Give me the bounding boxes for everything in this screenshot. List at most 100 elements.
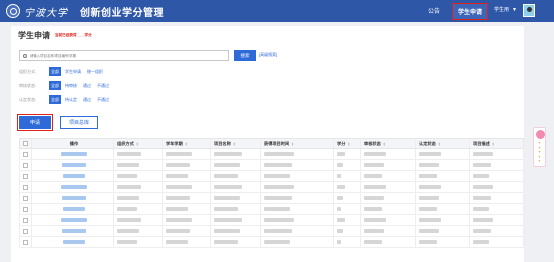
table-cell — [211, 160, 261, 170]
redacted-value — [364, 174, 382, 178]
user-menu[interactable]: 学生用 ▼ — [494, 6, 517, 14]
redacted-value — [166, 218, 192, 222]
row-action-link[interactable] — [61, 218, 87, 222]
column-header[interactable]: 审核状态 ▲ ▼ — [361, 139, 416, 148]
table-cell — [211, 226, 261, 236]
redacted-value — [473, 218, 493, 222]
column-header[interactable]: 学年学期 ▲ ▼ — [163, 139, 211, 148]
table-cell — [261, 182, 334, 192]
apply-button[interactable]: 申请 — [16, 113, 54, 132]
nav-student-apply-label: 学生申请 — [457, 10, 482, 16]
table-cell — [334, 149, 361, 159]
column-header[interactable]: 学分 ▲ ▼ — [334, 139, 361, 148]
redacted-value — [337, 218, 345, 222]
filter-label: 组织方式: — [19, 68, 37, 74]
row-action-link[interactable] — [63, 207, 85, 211]
redacted-value — [364, 240, 382, 244]
redacted-value — [264, 240, 290, 244]
table-cell — [163, 160, 211, 170]
table-cell — [470, 226, 523, 236]
table-row[interactable] — [19, 171, 524, 182]
filter-option[interactable]: 全部 — [49, 67, 61, 76]
table-row[interactable] — [19, 193, 524, 204]
redacted-value — [214, 240, 238, 244]
avatar[interactable] — [523, 4, 535, 17]
search-input[interactable] — [30, 53, 220, 58]
table-row[interactable] — [19, 204, 524, 215]
nav-public[interactable]: 公告 — [428, 6, 440, 15]
redacted-value — [337, 185, 345, 189]
table-cell — [32, 149, 114, 159]
table-header: 操作 组织方式 ▲ ▼ 学年学期 ▲ ▼ 项目名称 ▲ ▼ 获得项目时间 ▲ ▼ 学分 ▲ ▼ 审核… — [19, 138, 524, 149]
column-header[interactable]: 认定状态 ▲ ▼ — [416, 139, 470, 148]
filter-option[interactable]: 不通过 — [97, 97, 109, 103]
table-row[interactable] — [19, 226, 524, 237]
row-checkbox[interactable] — [23, 184, 28, 190]
table-cell — [361, 149, 416, 159]
table-cell — [114, 215, 163, 225]
filter-option[interactable]: 不通过 — [97, 83, 109, 89]
row-action-link[interactable] — [62, 163, 86, 167]
filter-option[interactable]: 待审核 — [65, 83, 77, 89]
row-action-link[interactable] — [61, 152, 87, 156]
row-checkbox[interactable] — [23, 206, 28, 212]
table-cell — [470, 193, 523, 203]
row-action-link[interactable] — [62, 196, 86, 200]
table-cell — [163, 193, 211, 203]
table-cell — [361, 215, 416, 225]
filter-option[interactable]: 通过 — [83, 83, 91, 89]
filter-option[interactable]: 全部 — [49, 81, 61, 90]
table-row[interactable] — [19, 215, 524, 226]
column-header[interactable]: 组织方式 ▲ ▼ — [114, 139, 163, 148]
table-cell — [114, 193, 163, 203]
column-header[interactable]: 获得项目时间 ▲ ▼ — [261, 139, 334, 148]
advanced-search-link[interactable]: [高级搜索] — [259, 52, 277, 58]
filter-option[interactable]: 全部 — [49, 95, 61, 104]
row-checkbox[interactable] — [23, 239, 28, 245]
search-button[interactable]: 搜索 — [234, 50, 256, 61]
select-all-checkbox[interactable] — [23, 141, 28, 146]
row-checkbox[interactable] — [23, 228, 28, 234]
table-row[interactable] — [19, 182, 524, 193]
row-action-link[interactable] — [63, 174, 85, 178]
redacted-value — [214, 174, 238, 178]
table-cell — [32, 193, 114, 203]
filter-option[interactable]: 通过 — [83, 97, 91, 103]
redacted-value — [264, 174, 290, 178]
column-header[interactable]: 项目名称 ▲ ▼ — [211, 139, 261, 148]
table-cell — [32, 171, 114, 181]
sort-icon: ▲ ▼ — [347, 140, 351, 147]
row-select-cell — [20, 171, 32, 181]
floating-assistant-widget[interactable]: ✦ ✦ ✦ ✦ ✦ — [533, 127, 546, 167]
table-row[interactable] — [19, 160, 524, 171]
column-header-label: 认定状态 — [419, 140, 436, 146]
row-checkbox[interactable] — [23, 217, 28, 223]
column-header-label: 项目描述 — [473, 140, 490, 146]
select-all-cell — [20, 139, 32, 148]
row-action-link[interactable] — [62, 229, 86, 233]
redacted-value — [337, 240, 341, 244]
redacted-value — [419, 152, 441, 156]
table-cell — [334, 171, 361, 181]
redacted-value — [166, 163, 190, 167]
filter-option[interactable]: 学生申请 — [65, 69, 81, 75]
filter-option[interactable]: 统一组织 — [87, 69, 103, 75]
redacted-value — [337, 174, 341, 178]
redacted-value — [419, 240, 437, 244]
redacted-value — [214, 196, 240, 200]
row-action-link[interactable] — [63, 240, 85, 244]
project-catalog-button[interactable]: 项目总库 — [60, 116, 98, 129]
row-action-link[interactable] — [61, 185, 87, 189]
row-checkbox[interactable] — [23, 151, 28, 157]
redacted-value — [364, 163, 384, 167]
table-row[interactable] — [19, 149, 524, 160]
row-checkbox[interactable] — [23, 162, 28, 168]
university-logo[interactable]: 宁波大学 — [6, 4, 68, 19]
table-row[interactable] — [19, 237, 524, 248]
table-cell — [334, 237, 361, 247]
filter-option[interactable]: 待认定 — [65, 97, 77, 103]
row-checkbox[interactable] — [23, 195, 28, 201]
column-header[interactable]: 项目描述 ▲ ▼ — [470, 139, 523, 148]
nav-student-apply[interactable]: 学生申请 — [452, 3, 488, 20]
row-checkbox[interactable] — [23, 173, 28, 179]
